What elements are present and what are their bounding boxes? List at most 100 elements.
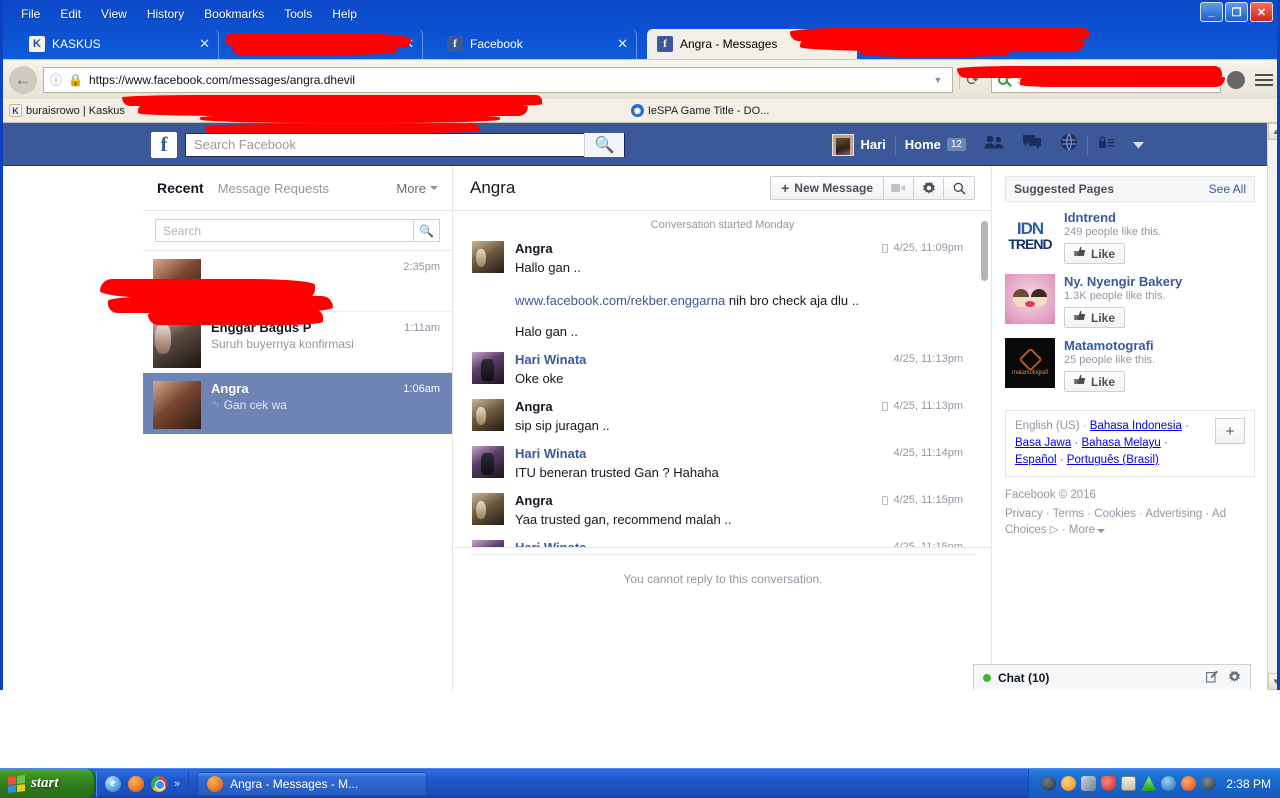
- search-icon[interactable]: 🔍: [584, 132, 624, 157]
- like-button[interactable]: Like: [1064, 371, 1126, 392]
- language-espanol[interactable]: Español: [1015, 454, 1057, 466]
- language-selector: English (US) · Bahasa Indonesia · Basa J…: [1005, 410, 1255, 477]
- nav-notifications[interactable]: [1051, 123, 1087, 166]
- start-button[interactable]: start: [0, 768, 96, 798]
- close-button[interactable]: ✕: [1250, 2, 1273, 22]
- message-thread[interactable]: Conversation started Monday Angra Hallo …: [454, 211, 991, 615]
- nav-privacy[interactable]: [1088, 123, 1124, 166]
- nyengir-bakery-logo[interactable]: [1005, 274, 1055, 324]
- orange-tray-icon[interactable]: [1181, 776, 1197, 791]
- page-name[interactable]: Ny. Nyengir Bakery: [1064, 274, 1255, 289]
- language-bahasa-melayu[interactable]: Bahasa Melayu: [1082, 437, 1161, 449]
- browser-menu-icon[interactable]: [1251, 73, 1277, 86]
- language-basa-jawa[interactable]: Basa Jawa: [1015, 437, 1071, 449]
- chevron-down-icon[interactable]: ▼: [934, 75, 947, 85]
- menu-history[interactable]: History: [137, 4, 194, 24]
- chevron-down-icon: [1133, 136, 1144, 154]
- bookmarks-bar: K buraisrowo | Kaskus ◉ IeSPA Game Title…: [3, 99, 1277, 123]
- taskbar-window-button[interactable]: Angra - Messages - M...: [197, 771, 428, 796]
- chat-dock[interactable]: Chat (10): [973, 664, 1251, 690]
- tab-recent[interactable]: Recent: [157, 180, 204, 196]
- footer-link-privacy[interactable]: Privacy: [1005, 508, 1043, 520]
- chrome-icon[interactable]: [151, 775, 167, 792]
- maximize-button[interactable]: ❐: [1225, 2, 1248, 22]
- tab-close-icon[interactable]: ✕: [403, 36, 414, 52]
- search-icon[interactable]: 🔍: [413, 220, 439, 241]
- home-label: Home: [904, 137, 941, 152]
- browser-tab-redacted[interactable]: ✕: [223, 29, 423, 59]
- bookmark-iespa[interactable]: ◉ IeSPA Game Title - DO...: [630, 104, 769, 117]
- bookmark-buraisrowo-kaskus[interactable]: K buraisrowo | Kaskus: [9, 104, 125, 117]
- browser-tab-facebook[interactable]: f Facebook ✕: [437, 29, 637, 59]
- blue-tray-icon[interactable]: [1161, 776, 1177, 791]
- steam-tray-icon[interactable]: [1041, 776, 1057, 791]
- browser-tab-kaskus[interactable]: K KASKUS ✕: [19, 29, 219, 59]
- gear-icon[interactable]: [1228, 669, 1241, 686]
- footer-link-advertising[interactable]: Advertising: [1145, 508, 1202, 520]
- menu-tools[interactable]: Tools: [274, 4, 322, 24]
- nav-messages[interactable]: [1013, 123, 1051, 166]
- amber-tray-icon[interactable]: [1061, 776, 1077, 791]
- see-all-link[interactable]: See All: [1209, 182, 1246, 196]
- facebook-logo-icon[interactable]: f: [151, 131, 177, 158]
- page-name[interactable]: Matamotografi: [1064, 338, 1255, 353]
- like-button[interactable]: Like: [1064, 307, 1126, 328]
- conversation-list-item-angra[interactable]: Angra ↰ Gan cek wa 1:06am: [143, 373, 452, 434]
- scroll-down-arrow-icon[interactable]: ▼: [1268, 673, 1277, 690]
- menu-view[interactable]: View: [91, 4, 137, 24]
- nav-profile-link[interactable]: Hari: [823, 123, 894, 166]
- quick-launch-overflow-icon[interactable]: »: [174, 778, 180, 790]
- reload-button[interactable]: ⟳: [959, 70, 985, 89]
- menu-file[interactable]: File: [11, 4, 50, 24]
- browser-scrollbar[interactable]: ▲ ▼: [1267, 123, 1277, 690]
- green-triangle-tray-icon[interactable]: [1141, 776, 1157, 791]
- scroll-up-arrow-icon[interactable]: ▲: [1268, 123, 1277, 140]
- firefox-icon[interactable]: [128, 775, 144, 792]
- like-button[interactable]: Like: [1064, 243, 1126, 264]
- tab-close-icon[interactable]: ✕: [617, 36, 628, 52]
- notepad-tray-icon[interactable]: [1121, 776, 1137, 791]
- matamotografi-logo[interactable]: matamotografi: [1005, 338, 1055, 388]
- browser-profile-icon[interactable]: [1227, 70, 1245, 89]
- new-message-button[interactable]: + New Message: [771, 177, 884, 199]
- footer-link-more[interactable]: More: [1069, 524, 1095, 536]
- settings-gear-icon[interactable]: [914, 177, 944, 199]
- language-portugues[interactable]: Português (Brasil): [1067, 454, 1159, 466]
- sidebar-more-menu[interactable]: More: [396, 181, 438, 196]
- network-tray-icon[interactable]: [1081, 776, 1097, 791]
- menu-help[interactable]: Help: [322, 4, 367, 24]
- nav-home-link[interactable]: Home 12: [896, 123, 975, 166]
- language-bahasa-indonesia[interactable]: Bahasa Indonesia: [1090, 420, 1182, 432]
- tab-close-icon[interactable]: ✕: [199, 36, 210, 52]
- video-call-icon[interactable]: [884, 177, 914, 199]
- page-name[interactable]: Idntrend: [1064, 210, 1255, 225]
- antivirus-shield-tray-icon[interactable]: [1101, 776, 1117, 791]
- back-button[interactable]: ←: [9, 65, 37, 94]
- message-link[interactable]: www.facebook.com/rekber.enggarna: [515, 293, 725, 308]
- add-language-button[interactable]: +: [1215, 418, 1245, 444]
- browser-tab-angra-messages[interactable]: f Angra - Messages: [647, 29, 857, 59]
- menu-bookmarks[interactable]: Bookmarks: [194, 4, 274, 24]
- nav-account-menu[interactable]: [1124, 123, 1153, 166]
- conversation-list-item-redacted[interactable]: 2:35pm: [143, 251, 452, 312]
- dark-tray-icon[interactable]: [1201, 776, 1217, 791]
- footer-link-terms[interactable]: Terms: [1053, 508, 1084, 520]
- info-icon[interactable]: ⓘ: [50, 71, 62, 88]
- internet-explorer-icon[interactable]: e: [105, 775, 121, 792]
- tab-title: KASKUS: [52, 37, 101, 51]
- footer-link-cookies[interactable]: Cookies: [1094, 508, 1136, 520]
- search-icon[interactable]: [944, 177, 974, 199]
- menu-edit[interactable]: Edit: [50, 4, 91, 24]
- conversation-list-item-enggar[interactable]: Enggar Bagus P Suruh buyernya konfirmasi…: [143, 312, 452, 373]
- facebook-search-input[interactable]: Search Facebook 🔍: [185, 132, 625, 157]
- minimize-button[interactable]: _: [1200, 2, 1223, 22]
- sidebar-search-input[interactable]: Search 🔍: [155, 219, 440, 242]
- idntrend-logo[interactable]: IDN TREND: [1005, 210, 1055, 260]
- compose-icon[interactable]: [1206, 670, 1219, 686]
- thumbs-up-icon: [1074, 246, 1086, 261]
- address-bar[interactable]: ⓘ 🔒 https://www.facebook.com/messages/an…: [43, 66, 954, 93]
- tab-message-requests[interactable]: Message Requests: [218, 181, 329, 196]
- nav-friend-requests[interactable]: [975, 123, 1013, 166]
- system-clock[interactable]: 2:38 PM: [1226, 777, 1271, 791]
- browser-search-box[interactable]: + Search: [991, 66, 1221, 93]
